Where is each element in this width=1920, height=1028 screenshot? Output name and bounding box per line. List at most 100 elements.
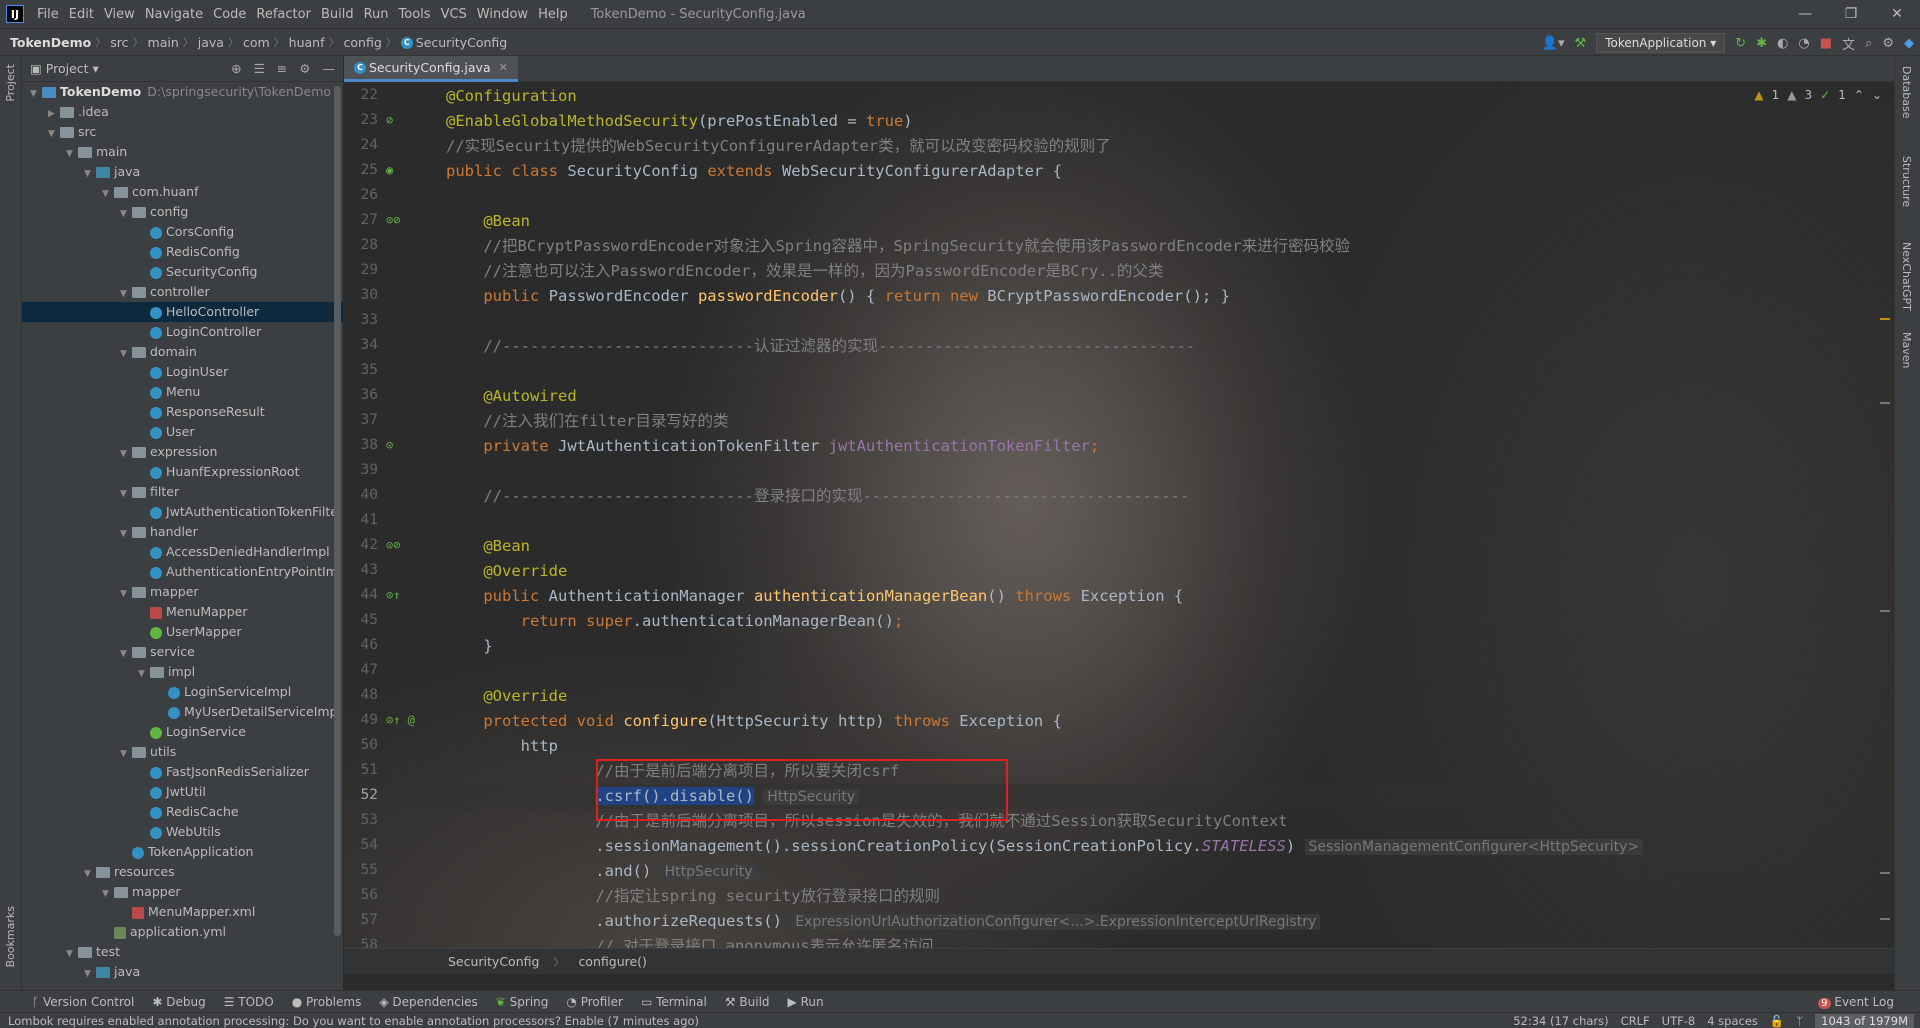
- lock-icon[interactable]: 🔓: [1770, 1014, 1784, 1028]
- maximize-button[interactable]: ❐: [1828, 0, 1874, 28]
- plugin-icon[interactable]: ◆: [1904, 36, 1914, 51]
- tree-node[interactable]: FastJsonRedisSerializer: [22, 762, 343, 782]
- tree-node[interactable]: ▼ filter: [22, 482, 343, 502]
- tree-node[interactable]: ▼ impl: [22, 662, 343, 682]
- spring-config-icon[interactable]: ◉: [386, 163, 393, 177]
- status-message[interactable]: Lombok requires enabled annotation proce…: [8, 1014, 699, 1028]
- tree-node[interactable]: JwtUtil: [22, 782, 343, 802]
- editor-scrollbar[interactable]: [1880, 82, 1890, 974]
- bookmarks-tool-button[interactable]: Bookmarks: [4, 906, 17, 967]
- nexchatgpt-tool-button[interactable]: NexChatGPT: [1900, 242, 1913, 311]
- tool-run[interactable]: ▶ Run: [788, 995, 824, 1009]
- tree-node[interactable]: WebUtils: [22, 822, 343, 842]
- code-line[interactable]: @Autowired: [446, 384, 576, 409]
- git-icon[interactable]: ᛘ: [1796, 1014, 1803, 1028]
- crumb-huanf[interactable]: huanf: [285, 35, 329, 50]
- code-line[interactable]: //注意也可以注入PasswordEncoder，效果是一样的，因为Passwo…: [446, 259, 1163, 284]
- menu-help[interactable]: Help: [533, 7, 573, 22]
- stop-icon[interactable]: ■: [1820, 36, 1832, 51]
- tree-node[interactable]: ▼ com.huanf: [22, 182, 343, 202]
- code-line[interactable]: //---------------------------登录接口的实现----…: [446, 484, 1189, 509]
- tree-node[interactable]: ▼ domain: [22, 342, 343, 362]
- tool-build[interactable]: ⚒ Build: [725, 995, 770, 1009]
- menu-build[interactable]: Build: [316, 7, 359, 22]
- close-tab-icon[interactable]: ✕: [499, 61, 508, 74]
- crumb-com[interactable]: com: [239, 35, 274, 50]
- settings-icon[interactable]: ⚙: [1882, 36, 1894, 51]
- tree-node[interactable]: LoginService: [22, 722, 343, 742]
- code-line[interactable]: return super.authenticationManagerBean()…: [446, 609, 904, 634]
- tree-node[interactable]: ▼ utils: [22, 742, 343, 762]
- tree-node[interactable]: MenuMapper: [22, 602, 343, 622]
- tree-node[interactable]: RedisConfig: [22, 242, 343, 262]
- crumb-java[interactable]: java: [194, 35, 228, 50]
- build-hammer-icon[interactable]: ⚒: [1575, 36, 1587, 51]
- tree-node[interactable]: application.yml: [22, 922, 343, 942]
- tree-node[interactable]: RedisCache: [22, 802, 343, 822]
- tree-node[interactable]: User: [22, 422, 343, 442]
- maven-tool-button[interactable]: Maven: [1900, 332, 1913, 368]
- tool-dependencies[interactable]: ◈ Dependencies: [379, 995, 477, 1009]
- bean-icon[interactable]: ⊘: [386, 113, 393, 127]
- tree-node[interactable]: HelloController: [22, 302, 343, 322]
- project-view-select[interactable]: ▣ Project ▾: [30, 61, 99, 76]
- tree-node[interactable]: LoginUser: [22, 362, 343, 382]
- bean-method-icon[interactable]: ⊙⊘: [386, 538, 400, 552]
- expand-arrow-icon[interactable]: ▼: [120, 644, 132, 664]
- tree-node[interactable]: CorsConfig: [22, 222, 343, 242]
- expand-arrow-icon[interactable]: ▼: [120, 584, 132, 604]
- tree-node[interactable]: ▼ service: [22, 642, 343, 662]
- code-line[interactable]: }: [446, 634, 492, 659]
- code-line[interactable]: @EnableGlobalMethodSecurity(prePostEnabl…: [446, 109, 913, 134]
- tree-node[interactable]: ▼ mapper: [22, 882, 343, 902]
- code-line[interactable]: public class SecurityConfig extends WebS…: [446, 159, 1062, 184]
- run-configuration-select[interactable]: TokenApplication ▾: [1596, 33, 1726, 53]
- tree-node[interactable]: ResponseResult: [22, 402, 343, 422]
- tree-node[interactable]: Menu: [22, 382, 343, 402]
- coverage-icon[interactable]: ◐: [1777, 36, 1788, 51]
- tree-node[interactable]: ▼ expression: [22, 442, 343, 462]
- code-line[interactable]: @Override: [446, 684, 567, 709]
- expand-arrow-icon[interactable]: ▼: [66, 944, 78, 964]
- expand-all-icon[interactable]: ☰: [254, 61, 265, 76]
- expand-arrow-icon[interactable]: ▼: [120, 484, 132, 504]
- tree-node[interactable]: AuthenticationEntryPointIm: [22, 562, 343, 582]
- bean-method-icon[interactable]: ⊙⊘: [386, 213, 400, 227]
- code-line[interactable]: //---------------------------认证过滤器的实现---…: [446, 334, 1195, 359]
- locate-icon[interactable]: ⊕: [231, 61, 241, 76]
- crumb-method-configure[interactable]: configure(): [578, 954, 646, 969]
- crumb-project[interactable]: TokenDemo: [6, 35, 95, 50]
- translate-icon[interactable]: 文: [1842, 34, 1855, 53]
- tool-version-control[interactable]: ᚴ Version Control: [32, 995, 134, 1009]
- code-line[interactable]: .sessionManagement().sessionCreationPoli…: [446, 834, 1644, 859]
- tree-node[interactable]: ▼ resources: [22, 862, 343, 882]
- override-icon[interactable]: ⊙↑: [386, 588, 400, 602]
- file-encoding[interactable]: UTF-8: [1662, 1014, 1696, 1028]
- code-line[interactable]: @Bean: [446, 534, 530, 559]
- tree-node[interactable]: ▼ mapper: [22, 582, 343, 602]
- search-icon[interactable]: ⌕: [1865, 36, 1872, 51]
- menu-window[interactable]: Window: [472, 7, 533, 22]
- tree-node[interactable]: ▼ src: [22, 122, 343, 142]
- tree-node[interactable]: ▶ .idea: [22, 102, 343, 122]
- expand-arrow-icon[interactable]: ▼: [30, 84, 42, 104]
- code-line[interactable]: .and() HttpSecurity: [446, 859, 757, 884]
- menu-file[interactable]: File: [32, 7, 64, 22]
- code-line[interactable]: //把BCryptPasswordEncoder对象注入Spring容器中，Sp…: [446, 234, 1350, 259]
- tool-spring[interactable]: ❦ Spring: [496, 995, 549, 1009]
- code-line[interactable]: public PasswordEncoder passwordEncoder()…: [446, 284, 1230, 309]
- tree-node[interactable]: MenuMapper.xml: [22, 902, 343, 922]
- user-icon[interactable]: 👤▾: [1542, 36, 1565, 51]
- menu-view[interactable]: View: [99, 7, 140, 22]
- expand-arrow-icon[interactable]: ▼: [102, 184, 114, 204]
- structure-tool-button[interactable]: Structure: [1900, 156, 1913, 207]
- expand-arrow-icon[interactable]: ▼: [120, 744, 132, 764]
- menu-refactor[interactable]: Refactor: [251, 7, 316, 22]
- expand-arrow-icon[interactable]: ▼: [48, 124, 60, 144]
- tree-node[interactable]: ▼ config: [22, 202, 343, 222]
- override-icon[interactable]: ⊙↑ @: [386, 713, 415, 727]
- expand-arrow-icon[interactable]: ▼: [66, 144, 78, 164]
- menu-code[interactable]: Code: [208, 7, 251, 22]
- expand-arrow-icon[interactable]: ▼: [102, 884, 114, 904]
- menu-tools[interactable]: Tools: [394, 7, 436, 22]
